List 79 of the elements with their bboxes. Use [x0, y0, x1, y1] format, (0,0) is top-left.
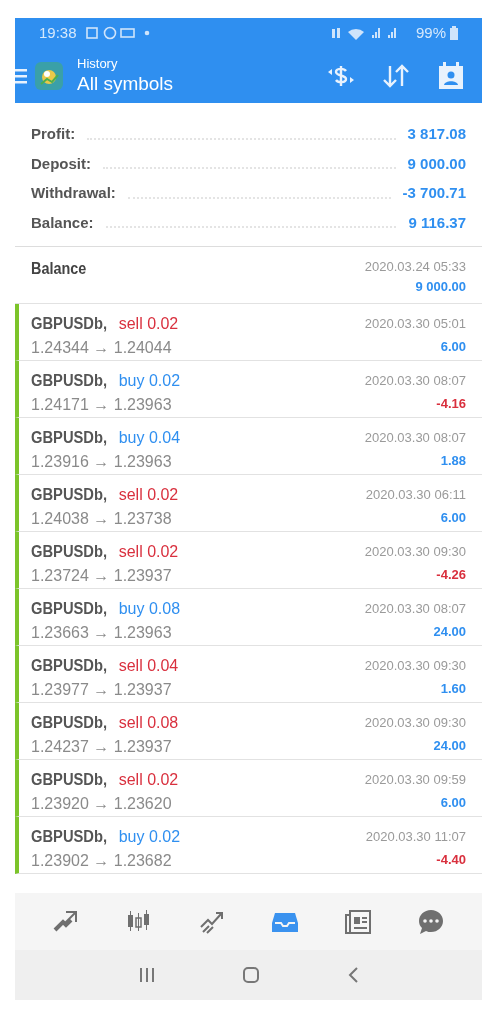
trade-side: sell 0.02: [118, 770, 179, 790]
trade-side: sell 0.02: [118, 485, 179, 505]
trade-symbol: GBPUSDb,: [31, 770, 108, 790]
chat-icon[interactable]: [417, 907, 446, 936]
trade-profit: -4.16: [436, 394, 466, 413]
trade-symbol: GBPUSDb,: [31, 428, 108, 448]
trade-prices: 1.23724 → 1.23937: [31, 566, 173, 586]
trade-symbol: GBPUSDb,: [31, 485, 108, 505]
trade-side: sell 0.02: [118, 542, 179, 562]
trade-time: 2020.03.30 09:30: [364, 543, 466, 561]
trade-time: 2020.03.30 08:07: [364, 429, 466, 447]
summary-value: 3 817.08: [407, 124, 466, 144]
trade-prices: 1.23663 → 1.23963: [31, 623, 173, 643]
entry-time: 2020.03.24 05:33: [364, 258, 466, 276]
trade-symbol: GBPUSDb,: [31, 542, 108, 562]
trade-profit: 1.88: [440, 451, 466, 470]
summary-value: 9 000.00: [407, 153, 466, 174]
screenshot-icon: [85, 27, 98, 39]
trade-side: buy 0.02: [118, 371, 181, 391]
summary-value: 9 116.37: [408, 212, 466, 233]
trade-side: buy 0.04: [118, 428, 181, 448]
newspaper-icon[interactable]: [344, 907, 373, 936]
summary-label: Profit:: [31, 124, 76, 144]
trade-time: 2020.03.30 08:07: [364, 600, 466, 618]
trade-symbol: GBPUSDb,: [31, 713, 108, 733]
trade-prices: 1.23977 → 1.23937: [31, 680, 173, 700]
trade-side: sell 0.08: [118, 713, 179, 733]
trade-profit: -4.26: [436, 565, 466, 584]
trade-time: 2020.03.30 08:07: [364, 372, 466, 390]
summary-label: Withdrawal:: [31, 183, 116, 203]
back-icon[interactable]: [346, 966, 359, 984]
trade-prices: 1.24344 → 1.24044: [31, 338, 173, 358]
trade-time: 2020.03.30 09:30: [364, 657, 466, 675]
trade-profit: 6.00: [440, 793, 466, 812]
trade-profit: 1.60: [440, 679, 466, 698]
record-icon: [103, 26, 116, 40]
summary-label: Deposit:: [31, 153, 91, 174]
trade-symbol: GBPUSDb,: [31, 314, 108, 334]
trade-side: buy 0.08: [118, 599, 181, 619]
entry-label: Balance: [31, 259, 87, 279]
trade-time: 2020.03.30 11:07: [365, 828, 466, 846]
calendar-icon[interactable]: [438, 61, 464, 90]
trade-prices: 1.24237 → 1.23937: [31, 737, 173, 757]
app-logo-icon: [35, 61, 63, 90]
trade-profit: 24.00: [433, 622, 466, 641]
trade-profit: 6.00: [440, 337, 466, 356]
home-icon[interactable]: [241, 966, 260, 984]
summary-label: Balance:: [31, 212, 94, 233]
screen-title: All symbols: [77, 71, 174, 96]
trade-prices: 1.24038 → 1.23738: [31, 509, 173, 529]
trade-profit: 6.00: [440, 508, 466, 527]
summary-value: -3 700.71: [402, 183, 466, 203]
screen-subtitle: History: [77, 55, 119, 72]
dot-icon: [144, 30, 149, 36]
laptop-icon: [119, 28, 135, 38]
trade-prices: 1.23902 → 1.23682: [31, 851, 173, 871]
trade-symbol: GBPUSDb,: [31, 656, 108, 676]
clock: 19:38: [39, 22, 77, 43]
trade-time: 2020.03.30 06:11: [365, 486, 466, 504]
battery-icon: [450, 26, 458, 40]
trade-prices: 1.24171 → 1.23963: [31, 395, 173, 415]
trade-side: buy 0.02: [118, 827, 181, 847]
trade-profit: -4.40: [436, 850, 466, 869]
trade-time: 2020.03.30 09:30: [364, 714, 466, 732]
trade-profit: 24.00: [433, 736, 466, 755]
trade-prices: 1.23916 → 1.23963: [31, 452, 173, 472]
recent-apps-icon[interactable]: [138, 967, 155, 983]
trade-side: sell 0.04: [118, 656, 179, 676]
entry-amount: 9 000.00: [415, 277, 466, 296]
battery-level: 99%: [415, 22, 446, 43]
trade-time: 2020.03.30 05:01: [364, 315, 466, 333]
trade-symbol: GBPUSDb,: [31, 827, 108, 847]
trade-prices: 1.23920 → 1.23620: [31, 794, 173, 814]
trade-time: 2020.03.30 09:59: [364, 771, 466, 789]
sort-icon[interactable]: [382, 62, 410, 89]
trade-side: sell 0.02: [118, 314, 179, 334]
trade-symbol: GBPUSDb,: [31, 371, 108, 391]
trade-symbol: GBPUSDb,: [31, 599, 108, 619]
menu-icon[interactable]: [15, 66, 27, 85]
